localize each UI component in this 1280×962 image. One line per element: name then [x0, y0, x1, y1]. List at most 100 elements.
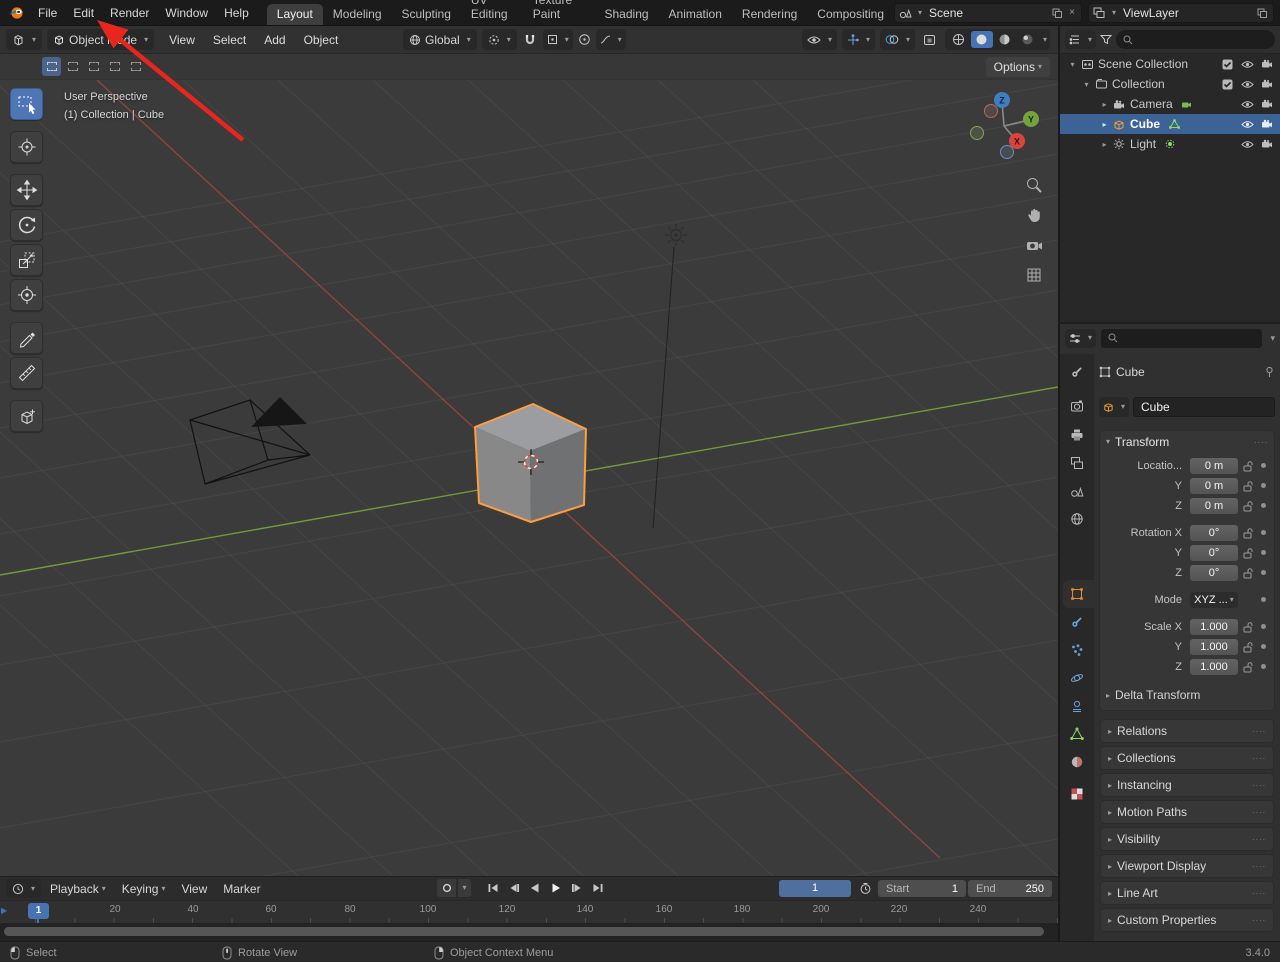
tab-modifiers[interactable] — [1069, 614, 1085, 630]
animate-dot[interactable] — [1256, 664, 1270, 669]
row-label[interactable]: Light — [1130, 137, 1156, 151]
delta-transform-subpanel[interactable]: ▸ Delta Transform — [1100, 685, 1274, 705]
workspace-tab-modeling[interactable]: Modeling — [323, 4, 392, 25]
tab-scene[interactable] — [1069, 483, 1085, 499]
frame-end-field[interactable]: End 250 — [968, 880, 1052, 897]
shading-rendered-button[interactable] — [1017, 31, 1039, 48]
lock-icon[interactable] — [1238, 641, 1256, 653]
camera-object[interactable] — [189, 397, 311, 485]
tab-object-data[interactable] — [1069, 726, 1085, 742]
panel-expand-caret[interactable]: ▾ — [1106, 437, 1110, 446]
cube-object[interactable] — [474, 403, 587, 523]
animate-dot[interactable] — [1256, 530, 1270, 535]
3d-viewport[interactable]: User Perspective (1) Collection | Cube Z… — [0, 80, 1058, 876]
select-mode-extend-button[interactable] — [63, 57, 82, 76]
row-label[interactable]: Collection — [1112, 77, 1165, 91]
menu-select[interactable]: Select — [204, 33, 255, 47]
object-id-selector[interactable]: ▾ — [1099, 397, 1130, 417]
menu-add[interactable]: Add — [255, 33, 294, 47]
animate-dot[interactable] — [1256, 483, 1270, 488]
disclosure-triangle-icon[interactable]: ▸ — [1098, 100, 1111, 109]
section-motion-paths[interactable]: ▸ Motion Paths ∙∙∙∙ — [1100, 800, 1274, 824]
scale-tool[interactable] — [10, 244, 43, 276]
lock-icon[interactable] — [1238, 621, 1256, 633]
measure-tool[interactable] — [10, 357, 43, 389]
hide-eye-toggle[interactable] — [1238, 120, 1256, 129]
camera-view-button[interactable] — [1020, 232, 1048, 258]
disclosure-triangle-icon[interactable]: ▾ — [1080, 80, 1093, 89]
blender-logo-icon[interactable] — [8, 6, 26, 20]
lock-icon[interactable] — [1238, 527, 1256, 539]
shading-solid-button[interactable] — [970, 31, 993, 48]
animate-dot[interactable] — [1256, 624, 1270, 629]
scale-x-field[interactable]: 1.000 — [1190, 618, 1238, 635]
play-button[interactable] — [546, 879, 565, 897]
outliner-row-collection[interactable]: ▾ Collection — [1060, 74, 1280, 94]
disclosure-triangle-icon[interactable]: ▸ — [1098, 140, 1111, 149]
proportional-editing-icon[interactable] — [578, 33, 591, 46]
pin-icon[interactable] — [1264, 366, 1275, 378]
mode-selector[interactable]: Object Mode ▾ — [47, 29, 155, 50]
show-gizmo-selector[interactable]: ▾ — [841, 29, 875, 50]
scale-y-field[interactable]: 1.000 — [1190, 638, 1238, 655]
show-object-types-selector[interactable]: ▾ — [801, 29, 837, 50]
animate-dot[interactable] — [1256, 597, 1270, 602]
playback-popover[interactable]: Playback ▾ — [43, 879, 113, 899]
select-mode-intersect-button[interactable] — [126, 57, 145, 76]
copy-icon[interactable] — [1050, 8, 1064, 18]
next-keyframe-button[interactable] — [567, 879, 586, 897]
location-y-field[interactable]: 0 m — [1190, 477, 1238, 494]
timeline-menu-marker[interactable]: Marker — [216, 879, 267, 899]
play-reverse-button[interactable] — [525, 879, 544, 897]
menu-window[interactable]: Window — [157, 3, 216, 23]
lock-icon[interactable] — [1238, 567, 1256, 579]
outliner-row-light[interactable]: ▸ Light — [1060, 134, 1280, 154]
workspace-tab-layout[interactable]: Layout — [266, 4, 323, 25]
object-name-field[interactable]: Cube — [1133, 397, 1275, 417]
toggle-orthographic-button[interactable] — [1020, 262, 1048, 288]
timeline-menu-view[interactable]: View — [174, 879, 214, 899]
section-collections[interactable]: ▸ Collections ∙∙∙∙ — [1100, 746, 1274, 770]
breadcrumb-object-name[interactable]: Cube — [1116, 365, 1145, 379]
workspace-tab-texture-paint[interactable]: Texture Paint — [523, 0, 595, 25]
menu-edit[interactable]: Edit — [65, 3, 102, 23]
disable-render-camera-toggle[interactable] — [1258, 119, 1276, 129]
viewlayer-name[interactable]: ViewLayer — [1119, 6, 1252, 20]
tab-tool[interactable] — [1069, 364, 1085, 380]
location-x-field[interactable]: 0 m — [1190, 457, 1238, 474]
tab-physics[interactable] — [1069, 670, 1085, 686]
lock-icon[interactable] — [1238, 547, 1256, 559]
snap-magnet-icon[interactable] — [523, 33, 537, 47]
rotate-tool[interactable] — [10, 209, 43, 241]
keying-popover[interactable]: Keying ▾ — [115, 879, 173, 899]
jump-to-end-button[interactable] — [588, 879, 607, 897]
lock-icon[interactable] — [1238, 500, 1256, 512]
annotate-tool[interactable] — [10, 322, 43, 354]
workspace-tab-animation[interactable]: Animation — [659, 4, 732, 25]
proportional-falloff-selector[interactable]: ▾ — [595, 29, 626, 50]
tab-world[interactable] — [1069, 511, 1085, 527]
render-toggle-checkbox[interactable] — [1218, 79, 1236, 90]
menu-render[interactable]: Render — [102, 3, 157, 23]
previous-keyframe-button[interactable] — [504, 879, 523, 897]
panel-grip[interactable]: ∙∙∙∙ — [1254, 437, 1268, 447]
scale-z-field[interactable]: 1.000 — [1190, 658, 1238, 675]
close-icon[interactable]: × — [1067, 7, 1077, 18]
hide-eye-toggle[interactable] — [1238, 100, 1256, 109]
row-label[interactable]: Scene Collection — [1098, 57, 1188, 71]
tab-view-layer[interactable] — [1069, 455, 1085, 471]
transform-orientation-selector[interactable]: Global ▾ — [403, 29, 477, 50]
rotation-y-field[interactable]: 0° — [1190, 544, 1238, 561]
chevron-down-icon[interactable]: ▾ — [1112, 8, 1116, 17]
filter-icon[interactable] — [1100, 34, 1113, 45]
pan-hand-button[interactable] — [1020, 202, 1048, 228]
menu-help[interactable]: Help — [216, 3, 257, 23]
workspace-tab-shading[interactable]: Shading — [595, 4, 659, 25]
lock-icon[interactable] — [1238, 661, 1256, 673]
menu-object[interactable]: Object — [295, 33, 348, 47]
tab-output[interactable] — [1069, 427, 1085, 443]
row-label[interactable]: Cube — [1130, 117, 1160, 131]
rotation-z-field[interactable]: 0° — [1190, 564, 1238, 581]
auto-keying-button[interactable] — [437, 879, 456, 897]
rotation-mode-dropdown[interactable]: XYZ ... ▾ — [1190, 591, 1238, 608]
